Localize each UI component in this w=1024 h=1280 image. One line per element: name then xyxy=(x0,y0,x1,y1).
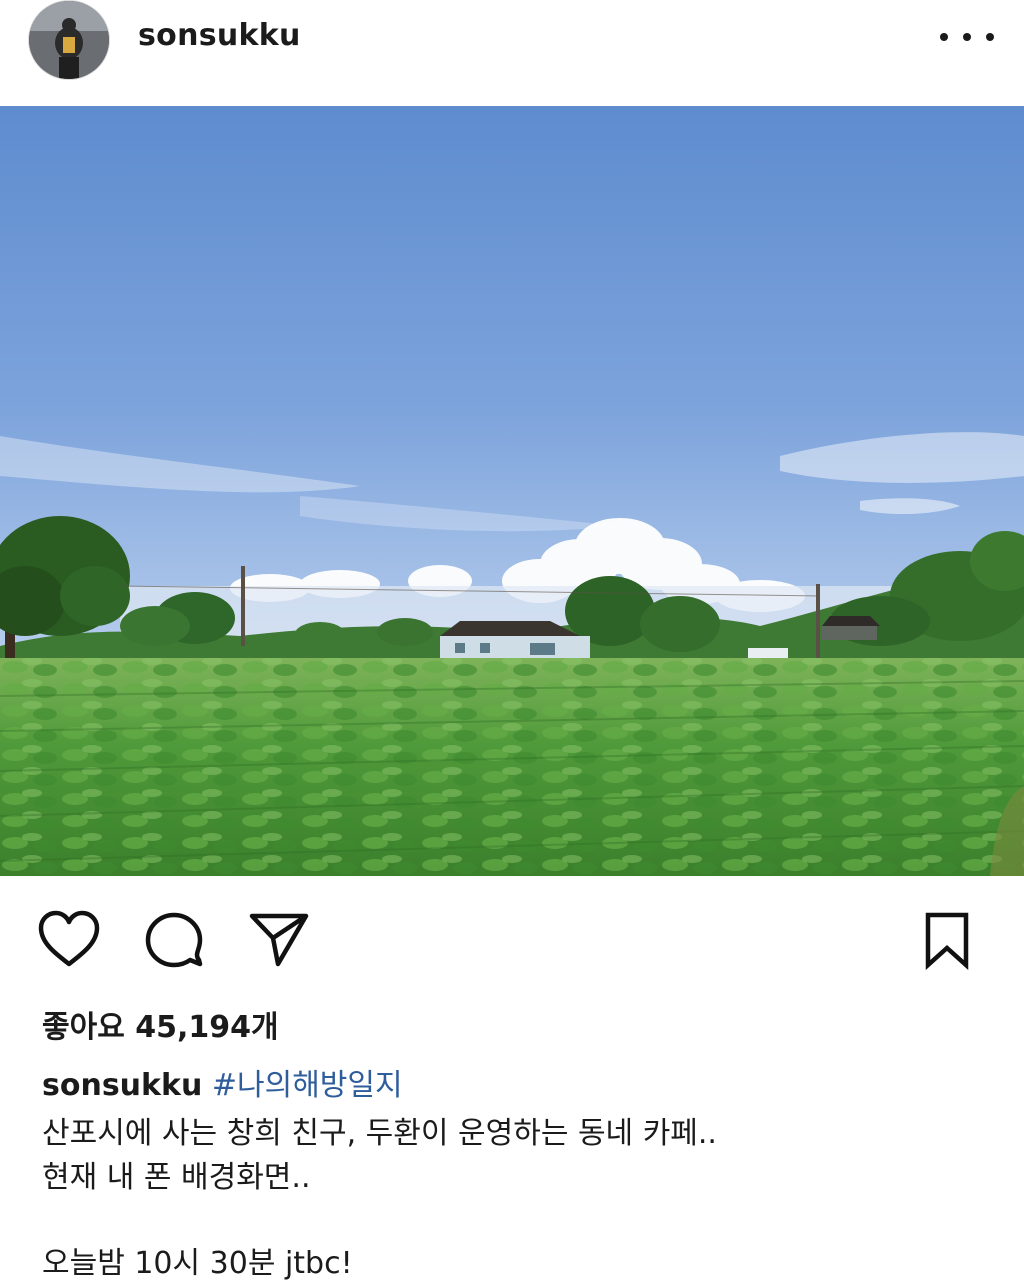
share-icon[interactable] xyxy=(246,910,312,970)
avatar-image xyxy=(29,1,109,79)
post-header: sonsukku xyxy=(0,0,1024,106)
dot xyxy=(986,33,994,41)
dot xyxy=(963,33,971,41)
caption-header: sonsukku #나의해방일지 xyxy=(42,1060,403,1104)
bookmark-icon[interactable] xyxy=(920,910,974,970)
caption-line-3: 오늘밤 10시 30분 jtbc! xyxy=(42,1246,353,1280)
more-dots-icon[interactable] xyxy=(940,20,994,54)
instagram-post: sonsukku 좋아요 45,194개 sonsukku #나의해방일지 산포… xyxy=(0,0,1024,1280)
caption-line-2: 현재 내 폰 배경화면.. xyxy=(42,1160,311,1195)
landscape-image xyxy=(0,106,1024,876)
heart-icon[interactable] xyxy=(36,910,102,968)
post-photo[interactable] xyxy=(0,106,1024,876)
action-bar xyxy=(0,900,1024,980)
caption-line-1: 산포시에 사는 창희 친구, 두환이 운영하는 동네 카페.. xyxy=(42,1116,717,1151)
post-username[interactable]: sonsukku xyxy=(138,18,301,53)
likes-count[interactable]: 좋아요 45,194개 xyxy=(42,1002,279,1046)
comment-icon[interactable] xyxy=(142,910,206,972)
avatar[interactable] xyxy=(28,0,110,80)
caption-username[interactable]: sonsukku xyxy=(42,1068,202,1103)
dot xyxy=(940,33,948,41)
caption-hashtag[interactable]: #나의해방일지 xyxy=(212,1068,403,1103)
